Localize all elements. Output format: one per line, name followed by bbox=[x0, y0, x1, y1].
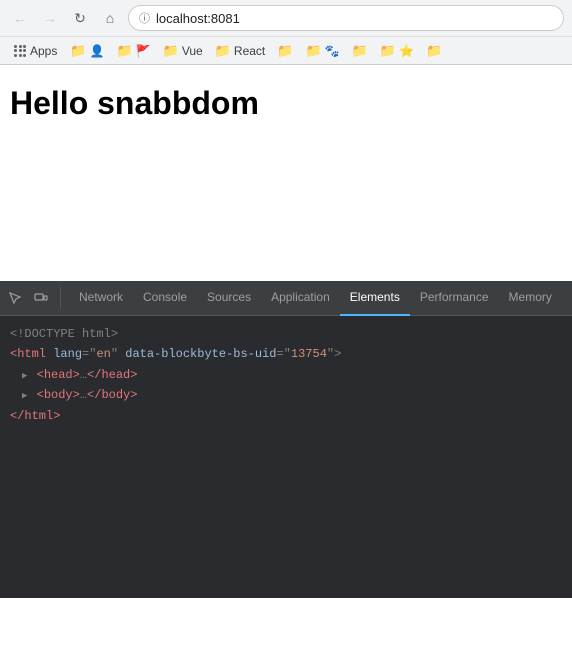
html-line-5: </html> bbox=[10, 406, 562, 426]
html-open-tag: <html bbox=[10, 347, 46, 361]
tab-network[interactable]: Network bbox=[69, 281, 133, 316]
devtools-toolbar: Network Console Sources Application Elem… bbox=[0, 281, 572, 316]
bookmark-item-1[interactable]: 📁 👤 bbox=[65, 41, 109, 61]
bookmark-item-6[interactable]: 📁 🐾 bbox=[300, 41, 344, 61]
body-expand-arrow[interactable]: ▶ bbox=[22, 391, 27, 401]
page-content: Hello snabbdom bbox=[0, 65, 572, 281]
folder-icon-2: 📁 bbox=[117, 43, 133, 59]
html-line-3: ▶ <head>…</head> bbox=[10, 365, 562, 385]
tab-sources[interactable]: Sources bbox=[197, 281, 261, 316]
lock-icon: ⓘ bbox=[139, 10, 150, 26]
device-toggle-button[interactable] bbox=[30, 287, 52, 309]
bookmark-label-react: React bbox=[234, 44, 265, 58]
bookmarks-bar: Apps 📁 👤 📁 🚩 📁 Vue 📁 React 📁 📁 🐾 📁 bbox=[0, 36, 572, 64]
apps-bookmark[interactable]: Apps bbox=[8, 42, 63, 60]
folder-icon-vue: 📁 bbox=[163, 43, 179, 59]
apps-grid-icon bbox=[14, 45, 26, 57]
address-bar[interactable]: ⓘ localhost:8081 bbox=[128, 5, 564, 31]
tab-console[interactable]: Console bbox=[133, 281, 197, 316]
folder-icon-1: 📁 bbox=[70, 43, 86, 59]
bookmark-item-7[interactable]: 📁 bbox=[347, 41, 373, 61]
devtools-icon-group bbox=[4, 287, 61, 309]
doctype-bracket: <!DOCTYPE html> bbox=[10, 327, 118, 341]
inspect-element-button[interactable] bbox=[4, 287, 26, 309]
folder-icon-react: 📁 bbox=[215, 43, 231, 59]
tab-performance[interactable]: Performance bbox=[410, 281, 499, 316]
browser-chrome: ← → ↻ ⌂ ⓘ localhost:8081 Apps 📁 👤 📁 🚩 📁 bbox=[0, 0, 572, 65]
html-close-tag: </html> bbox=[10, 409, 60, 423]
bookmark-item-2[interactable]: 📁 🚩 bbox=[112, 41, 156, 61]
body-open-tag: <body> bbox=[37, 388, 80, 402]
html-line-2: <html lang="en" data-blockbyte-bs-uid="1… bbox=[10, 344, 562, 364]
folder-icon-9: 📁 bbox=[426, 43, 442, 59]
html-attr-uid: data-blockbyte-bs-uid bbox=[125, 347, 276, 361]
bookmark-item-react[interactable]: 📁 React bbox=[210, 41, 271, 61]
forward-button[interactable]: → bbox=[38, 6, 62, 30]
tab-memory[interactable]: Memory bbox=[499, 281, 562, 316]
home-button[interactable]: ⌂ bbox=[98, 6, 122, 30]
head-expand-arrow[interactable]: ▶ bbox=[22, 371, 27, 381]
head-open-tag: <head> bbox=[37, 368, 80, 382]
tab-elements[interactable]: Elements bbox=[340, 281, 410, 316]
html-line-4: ▶ <body>…</body> bbox=[10, 385, 562, 405]
html-line-1: <!DOCTYPE html> bbox=[10, 324, 562, 344]
tab-application[interactable]: Application bbox=[261, 281, 340, 316]
bookmark-item-vue[interactable]: 📁 Vue bbox=[158, 41, 208, 61]
bookmark-label-8: ⭐ bbox=[399, 44, 414, 58]
folder-icon-8: 📁 bbox=[380, 43, 396, 59]
url-text: localhost:8081 bbox=[156, 11, 240, 26]
page-heading: Hello snabbdom bbox=[10, 85, 562, 122]
bookmark-label-1: 👤 bbox=[90, 44, 105, 58]
devtools-panel: Network Console Sources Application Elem… bbox=[0, 281, 572, 598]
bookmark-label-vue: Vue bbox=[182, 44, 203, 58]
bookmark-item-5[interactable]: 📁 bbox=[272, 41, 298, 61]
nav-bar: ← → ↻ ⌂ ⓘ localhost:8081 bbox=[0, 0, 572, 36]
devtools-tabs: Network Console Sources Application Elem… bbox=[69, 281, 568, 316]
folder-icon-5: 📁 bbox=[277, 43, 293, 59]
bookmark-label-2: 🚩 bbox=[136, 44, 151, 58]
folder-icon-7: 📁 bbox=[352, 43, 368, 59]
apps-label: Apps bbox=[30, 44, 57, 58]
bookmark-label-6: 🐾 bbox=[325, 44, 340, 58]
back-button[interactable]: ← bbox=[8, 6, 32, 30]
html-attr-lang: lang bbox=[53, 347, 82, 361]
devtools-content: <!DOCTYPE html> <html lang="en" data-blo… bbox=[0, 316, 572, 598]
bookmark-item-8[interactable]: 📁 ⭐ bbox=[375, 41, 419, 61]
folder-icon-6: 📁 bbox=[305, 43, 321, 59]
reload-button[interactable]: ↻ bbox=[68, 6, 92, 30]
bookmark-item-9[interactable]: 📁 bbox=[421, 41, 447, 61]
